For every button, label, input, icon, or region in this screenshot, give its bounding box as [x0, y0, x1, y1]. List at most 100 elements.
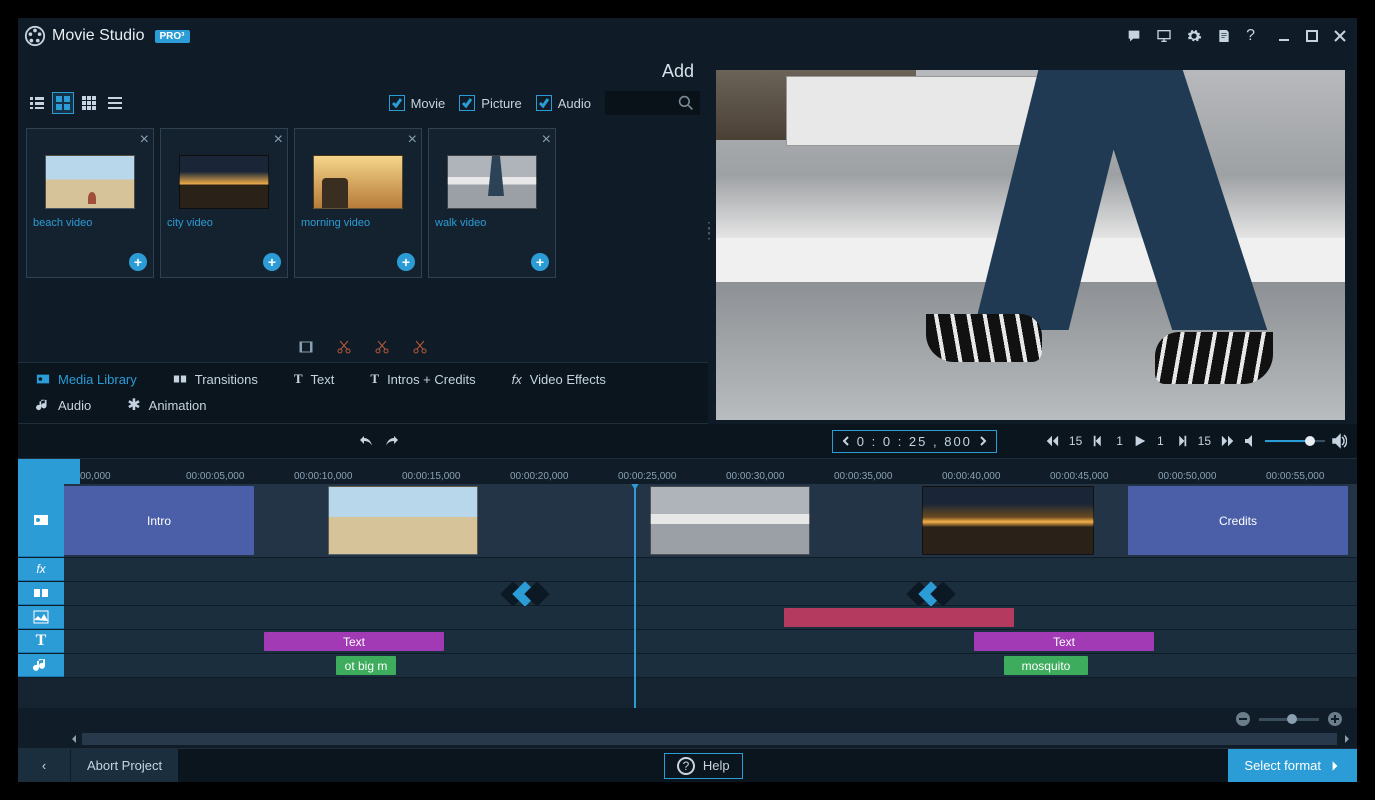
step-back-icon[interactable]: [1092, 434, 1106, 448]
media-label: walk video: [435, 217, 549, 229]
card-add-icon[interactable]: +: [531, 253, 549, 271]
track-fx-head[interactable]: fx: [18, 558, 64, 581]
redo-icon[interactable]: [384, 433, 400, 449]
app-logo: Movie Studio PRO³: [24, 25, 190, 47]
clip-credits[interactable]: Credits: [1128, 486, 1348, 555]
track-text: T Text Text: [18, 630, 1357, 654]
track-fx: fx: [18, 558, 1357, 582]
filmstrip-tool-icon[interactable]: [298, 339, 314, 360]
card-close-icon[interactable]: ×: [408, 131, 417, 149]
help-button[interactable]: ?Help: [664, 753, 743, 779]
tab-animation[interactable]: ✱Animation: [109, 391, 224, 419]
card-add-icon[interactable]: +: [397, 253, 415, 271]
search-input[interactable]: [605, 91, 700, 115]
fast-forward-icon[interactable]: [1221, 434, 1235, 448]
track-transitions-head[interactable]: [18, 582, 64, 605]
maximize-icon[interactable]: [1305, 29, 1319, 43]
tab-audio[interactable]: Audio: [18, 391, 109, 419]
timeline-scrollbar[interactable]: [18, 730, 1357, 748]
media-label: beach video: [33, 217, 147, 229]
rewind-icon[interactable]: [1045, 434, 1059, 448]
undo-icon[interactable]: [358, 433, 374, 449]
clip-picture[interactable]: [784, 608, 1014, 627]
abort-project-button[interactable]: Abort Project: [71, 749, 178, 782]
add-label[interactable]: Add: [662, 61, 694, 82]
close-icon[interactable]: [1333, 29, 1347, 43]
chat-icon[interactable]: [1126, 28, 1142, 44]
media-thumbnail: [179, 155, 269, 209]
tab-media-library[interactable]: Media Library: [18, 367, 155, 391]
step-back-count: 1: [1116, 434, 1123, 448]
back-button[interactable]: ‹: [18, 749, 71, 782]
card-close-icon[interactable]: ×: [542, 131, 551, 149]
media-card[interactable]: × walk video +: [428, 128, 556, 278]
select-format-button[interactable]: Select format: [1228, 749, 1357, 782]
timecode-display[interactable]: 0 : 0 : 25 , 800: [832, 430, 997, 453]
media-panel: Add Movie Picture Audio × beach vi: [18, 54, 708, 424]
media-card[interactable]: × beach video +: [26, 128, 154, 278]
clip-audio[interactable]: mosquito: [1004, 656, 1088, 675]
cut-tool-icon[interactable]: [336, 339, 352, 360]
cut-left-tool-icon[interactable]: [374, 339, 390, 360]
clip-text[interactable]: Text: [974, 632, 1154, 651]
tab-intros-credits[interactable]: TIntros + Credits: [352, 367, 493, 391]
media-label: morning video: [301, 217, 415, 229]
filter-movie[interactable]: Movie: [389, 95, 446, 111]
tab-transitions[interactable]: Transitions: [155, 367, 276, 391]
volume-control[interactable]: [1243, 433, 1347, 449]
card-add-icon[interactable]: +: [129, 253, 147, 271]
search-icon: [678, 95, 694, 111]
media-card[interactable]: × morning video +: [294, 128, 422, 278]
tab-text[interactable]: TText: [276, 367, 353, 391]
clip-intro[interactable]: Intro: [64, 486, 254, 555]
media-thumbnail: [313, 155, 403, 209]
volume-high-icon: [1331, 433, 1347, 449]
clip-text[interactable]: Text: [264, 632, 444, 651]
tab-video-effects[interactable]: fxVideo Effects: [494, 367, 624, 391]
app-title: Movie Studio: [52, 27, 145, 45]
minimize-icon[interactable]: [1277, 29, 1291, 43]
playhead[interactable]: [634, 484, 636, 708]
monitor-icon[interactable]: [1156, 28, 1172, 44]
track-transitions: [18, 582, 1357, 606]
media-thumbnail: [447, 155, 537, 209]
track-pictures-head[interactable]: [18, 606, 64, 629]
track-video-head[interactable]: [18, 484, 64, 557]
clip-video-walk[interactable]: [650, 486, 810, 555]
zoom-out-icon[interactable]: [1235, 711, 1251, 727]
clip-audio[interactable]: ot big m: [336, 656, 396, 675]
track-video: Intro Credits: [18, 484, 1357, 558]
timeline-ruler[interactable]: 00,000 00:00:05,000 00:00:10,000 00:00:1…: [18, 458, 1357, 484]
zoom-slider[interactable]: [1259, 718, 1319, 721]
preview-viewport[interactable]: [716, 70, 1345, 420]
track-audio-head[interactable]: [18, 654, 64, 677]
gear-icon[interactable]: [1186, 28, 1202, 44]
filter-picture[interactable]: Picture: [459, 95, 521, 111]
view-grid-large-icon[interactable]: [52, 92, 74, 114]
track-audio: ot big m mosquito: [18, 654, 1357, 678]
view-grid-small-icon[interactable]: [78, 92, 100, 114]
panel-resize-handle[interactable]: ⋮⋮: [702, 224, 708, 236]
clip-video-beach[interactable]: [328, 486, 478, 555]
titlebar: Movie Studio PRO³ ?: [18, 18, 1357, 54]
pro-badge: PRO³: [155, 30, 190, 43]
view-list-icon[interactable]: [26, 92, 48, 114]
help-icon[interactable]: ?: [1246, 27, 1255, 45]
card-close-icon[interactable]: ×: [140, 131, 149, 149]
filter-audio[interactable]: Audio: [536, 95, 591, 111]
zoom-in-icon[interactable]: [1327, 711, 1343, 727]
play-icon[interactable]: [1133, 434, 1147, 448]
clip-video-city[interactable]: [922, 486, 1094, 555]
note-icon[interactable]: [1216, 28, 1232, 44]
card-add-icon[interactable]: +: [263, 253, 281, 271]
track-text-head[interactable]: T: [18, 630, 64, 653]
card-close-icon[interactable]: ×: [274, 131, 283, 149]
view-details-icon[interactable]: [104, 92, 126, 114]
step-fwd-count: 1: [1157, 434, 1164, 448]
track-pictures: [18, 606, 1357, 630]
volume-slider[interactable]: [1265, 440, 1325, 443]
step-forward-icon[interactable]: [1174, 434, 1188, 448]
timeline[interactable]: Intro Credits fx: [18, 484, 1357, 708]
cut-right-tool-icon[interactable]: [412, 339, 428, 360]
media-card[interactable]: × city video +: [160, 128, 288, 278]
